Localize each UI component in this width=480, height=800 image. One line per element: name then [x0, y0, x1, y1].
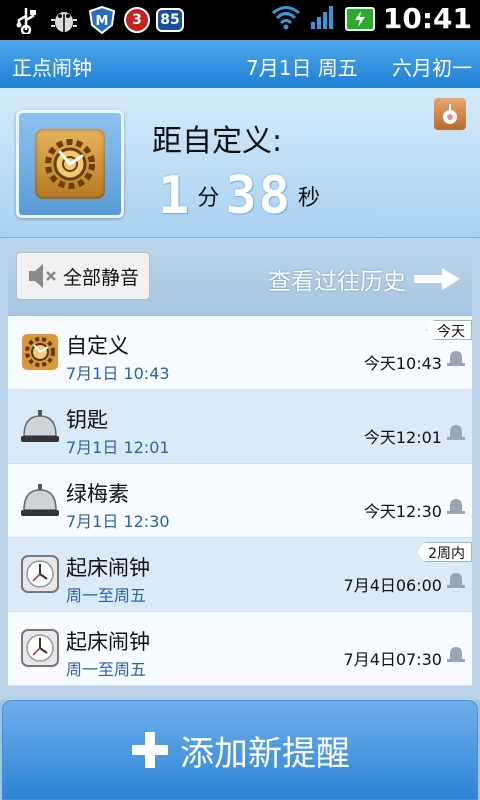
- countdown-display: 1 分 38 秒: [158, 166, 320, 226]
- alarm-item[interactable]: 起床闹钟 周一至周五 2周内 7月4日06:00: [8, 538, 472, 612]
- alarm-date: 周一至周五: [66, 586, 147, 605]
- alarm-tag: 今天: [426, 320, 472, 340]
- alarm-item[interactable]: 起床闹钟 周一至周五 7月4日07:30: [8, 612, 472, 686]
- notification-badge: 3: [124, 7, 150, 33]
- add-reminder-button[interactable]: 添加新提醒: [2, 700, 478, 800]
- desk-bell-icon: [20, 480, 60, 520]
- alarm-date: 7月1日 12:30: [66, 512, 170, 531]
- alarm-name: 起床闹钟: [66, 556, 150, 580]
- next-alarm-panel: 距自定义: 1 分 38 秒: [0, 88, 480, 238]
- alarm-item[interactable]: 绿梅素 7月1日 12:30 今天12:30: [8, 464, 472, 538]
- svg-text:M: M: [96, 14, 109, 29]
- alarm-name: 起床闹钟: [66, 630, 150, 654]
- clock-time: 10:41: [382, 2, 472, 35]
- mute-all-button[interactable]: 全部静音: [16, 252, 150, 300]
- alarm-item[interactable]: 钥匙 7月1日 12:01 今天12:01: [8, 390, 472, 464]
- countdown-label: 距自定义:: [152, 124, 283, 159]
- alarm-next-time: 今天10:43: [363, 354, 442, 373]
- signal-icon: [309, 4, 337, 34]
- toolbar: 全部静音 查看过往历史: [8, 238, 472, 316]
- shield-app-icon: M: [86, 4, 118, 36]
- wifi-icon: [271, 4, 301, 34]
- alarm-bell-icon: [447, 425, 465, 440]
- mute-all-label: 全部静音: [63, 266, 140, 289]
- add-reminder-label: 添加新提醒: [180, 733, 350, 774]
- alarm-name: 绿梅素: [66, 482, 129, 506]
- bell-settings-button[interactable]: [434, 98, 466, 130]
- alarm-next-time: 今天12:30: [363, 502, 442, 521]
- app-title: 正点闹钟: [12, 56, 92, 80]
- seconds-unit: 秒: [297, 186, 320, 211]
- current-date: 7月1日 周五: [246, 56, 358, 80]
- alarm-date: 7月1日 12:01: [66, 438, 170, 457]
- wall-clock-icon: [20, 628, 60, 668]
- view-history-link[interactable]: 查看过往历史: [268, 262, 462, 296]
- battery-charging-icon: [344, 6, 375, 31]
- alarm-next-time: 今天12:01: [363, 428, 442, 447]
- alarm-bell-icon: [447, 573, 465, 588]
- alarm-tag: 2周内: [417, 542, 472, 562]
- alarm-date: 周一至周五: [66, 660, 147, 679]
- lunar-date: 六月初一: [392, 56, 472, 80]
- wall-clock-icon: [20, 554, 60, 594]
- bell-icon: [443, 104, 457, 124]
- bottom-bar: 添加新提醒: [0, 700, 480, 800]
- gear-clock-icon: [20, 332, 60, 372]
- debug-icon: [48, 4, 80, 36]
- alarm-list: 自定义 7月1日 10:43 今天 今天10:43 钥匙 7月1日 12:01 …: [8, 316, 472, 700]
- alarm-next-time: 7月4日06:00: [343, 576, 442, 595]
- gear-clock-icon: [35, 129, 105, 199]
- history-label: 查看过往历史: [268, 269, 406, 295]
- countdown-minutes: 1: [158, 166, 192, 226]
- minutes-unit: 分: [197, 186, 220, 211]
- plus-icon: [132, 732, 168, 768]
- alarm-name: 钥匙: [66, 408, 108, 432]
- next-alarm-icon-frame[interactable]: [16, 110, 124, 218]
- alarm-item[interactable]: 自定义 7月1日 10:43 今天 今天10:43: [8, 316, 472, 390]
- battery-level-badge: 85: [156, 8, 184, 32]
- title-bar: 正点闹钟 7月1日 周五 六月初一: [0, 40, 480, 88]
- alarm-next-time: 7月4日07:30: [343, 650, 442, 669]
- alarm-bell-icon: [447, 351, 465, 366]
- countdown-seconds: 38: [225, 166, 292, 226]
- status-bar: M 3 85 10:41: [0, 0, 480, 40]
- alarm-bell-icon: [447, 499, 465, 514]
- desk-bell-icon: [20, 406, 60, 446]
- usb-icon: [10, 4, 42, 36]
- alarm-name: 自定义: [66, 334, 129, 358]
- alarm-date: 7月1日 10:43: [66, 364, 170, 383]
- arrow-right-icon: [414, 268, 460, 290]
- alarm-bell-icon: [447, 647, 465, 662]
- mute-speaker-icon: [29, 264, 56, 288]
